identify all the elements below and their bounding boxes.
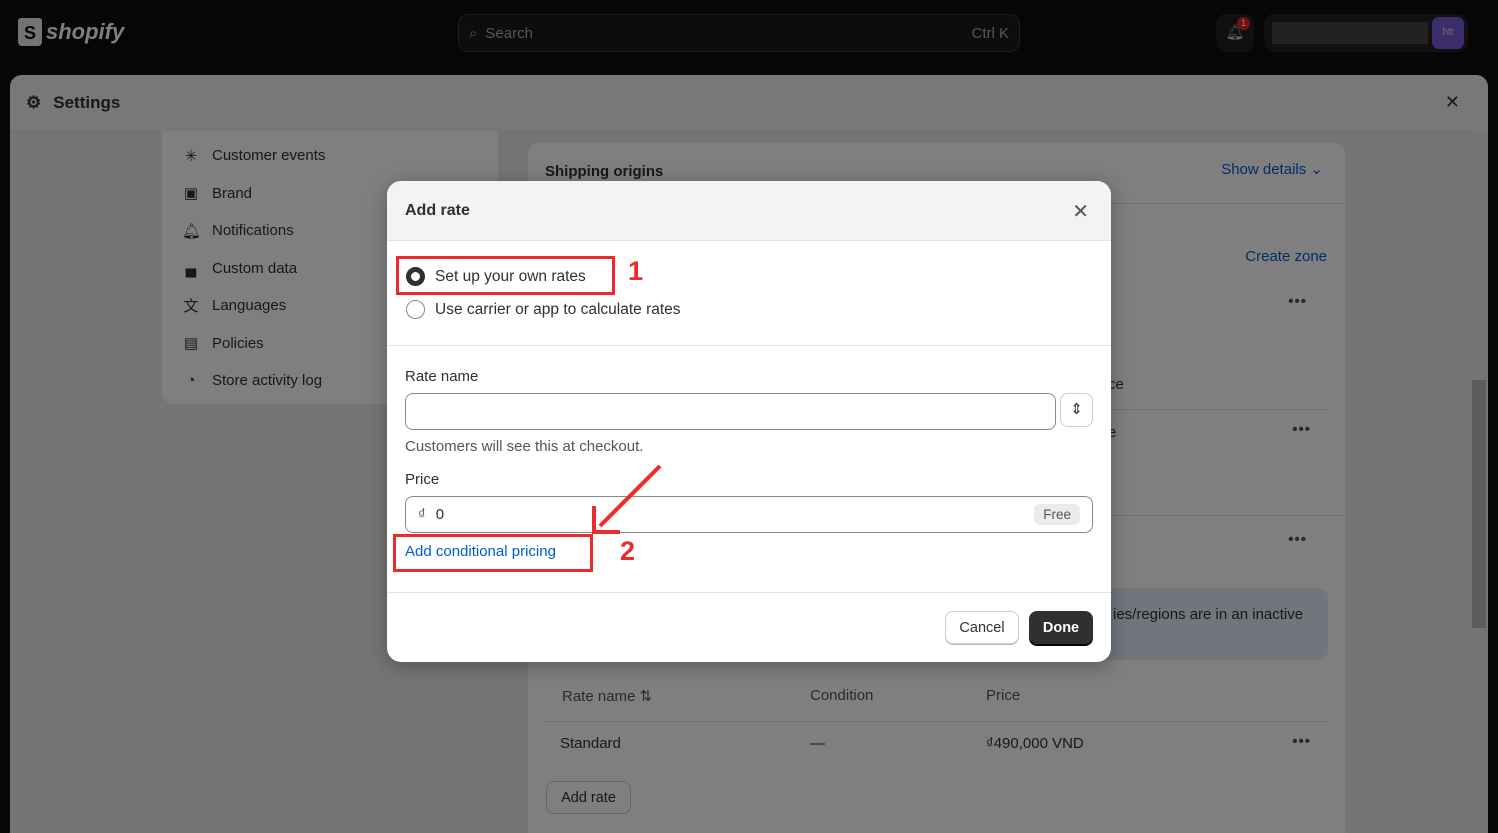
annotation-arrow (592, 464, 662, 534)
